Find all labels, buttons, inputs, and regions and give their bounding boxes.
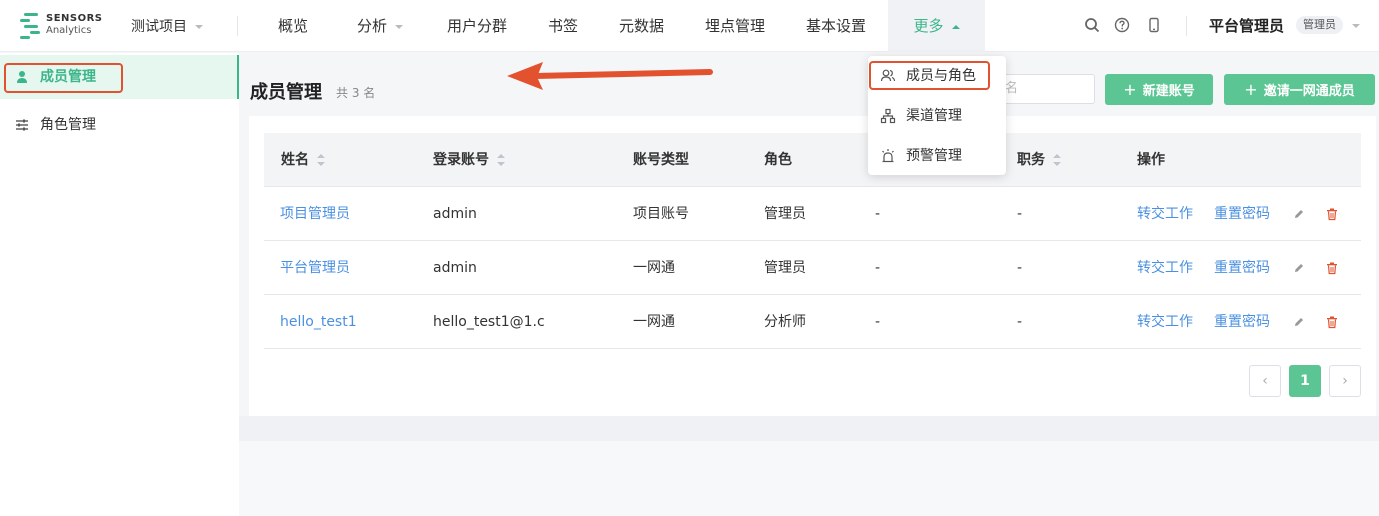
top-navbar: SENSORS Analytics 测试项目 概览 分析 用户分群 书签 元数据… (0, 0, 1379, 52)
nav-item-more[interactable]: 更多 (888, 0, 985, 52)
sidebar-highlight-box (4, 63, 123, 93)
project-selector[interactable]: 测试项目 (131, 16, 203, 36)
member-title: - (1017, 260, 1023, 276)
member-account: admin (433, 206, 477, 222)
nav-item-overview[interactable]: 概览 (278, 0, 308, 52)
col-header-name[interactable]: 姓名 (281, 133, 325, 187)
user-name[interactable]: 平台管理员 (1209, 15, 1284, 36)
menu-item-alerts[interactable]: 预警管理 (868, 136, 1006, 176)
project-label: 测试项目 (131, 19, 187, 35)
member-count: 共 3 名 (336, 86, 376, 100)
member-field: - (875, 206, 881, 222)
plus-icon: + (1244, 80, 1258, 99)
edit-icon[interactable] (1292, 207, 1306, 221)
annotation-arrow-icon (507, 62, 713, 90)
new-account-button[interactable]: + 新建账号 (1105, 74, 1213, 105)
member-title: - (1017, 314, 1023, 330)
sidebar: 成员管理 角色管理 (0, 53, 239, 516)
nav-item-metadata[interactable]: 元数据 (619, 0, 664, 52)
transfer-work-link[interactable]: 转交工作 (1137, 241, 1193, 295)
edit-icon[interactable] (1292, 261, 1306, 275)
col-header-type: 账号类型 (633, 152, 689, 168)
nav-item-user-segments[interactable]: 用户分群 (447, 0, 507, 52)
chevron-down-icon[interactable] (1352, 24, 1360, 28)
page-background (239, 441, 1379, 516)
table-row: hello_test1 hello_test1@1.c 一网通 分析师 - - … (264, 295, 1361, 349)
sort-icon[interactable] (497, 154, 505, 166)
col-header-title[interactable]: 职务 (1017, 133, 1061, 187)
reset-password-link[interactable]: 重置密码 (1214, 187, 1270, 241)
member-name-link[interactable]: hello_test1 (280, 295, 357, 349)
delete-icon[interactable] (1325, 315, 1339, 329)
logo-text-line2: Analytics (46, 25, 92, 36)
member-field: - (875, 314, 881, 330)
transfer-work-link[interactable]: 转交工作 (1137, 187, 1193, 241)
member-role: 分析师 (764, 314, 806, 330)
search-icon[interactable] (1084, 17, 1100, 33)
reset-password-link[interactable]: 重置密码 (1214, 295, 1270, 349)
col-header-account[interactable]: 登录账号 (433, 133, 505, 187)
menu-item-label: 预警管理 (906, 148, 962, 164)
sidebar-item-roles[interactable]: 角色管理 (0, 103, 239, 147)
chevron-down-icon (195, 25, 203, 29)
logo-mark-icon (20, 13, 40, 39)
sensors-logo[interactable]: SENSORS Analytics (20, 11, 110, 41)
member-field: - (875, 260, 881, 276)
nav-divider (237, 16, 238, 36)
member-name-link[interactable]: 项目管理员 (280, 187, 350, 241)
sort-icon[interactable] (317, 154, 325, 166)
menu-item-channels[interactable]: 渠道管理 (868, 96, 1006, 136)
menu-highlight-box (869, 61, 990, 90)
reset-password-link[interactable]: 重置密码 (1214, 241, 1270, 295)
plus-icon: + (1123, 80, 1137, 99)
nav-item-bookmarks[interactable]: 书签 (548, 0, 578, 52)
next-page-button[interactable]: › (1329, 365, 1361, 397)
page-footer-strip (239, 416, 1379, 441)
member-account: hello_test1@1.c (433, 314, 545, 330)
mobile-icon[interactable] (1146, 17, 1162, 33)
nav-item-settings[interactable]: 基本设置 (806, 0, 866, 52)
member-name-link[interactable]: 平台管理员 (280, 241, 350, 295)
help-icon[interactable] (1114, 17, 1130, 33)
sort-icon[interactable] (1053, 154, 1061, 166)
nav-item-analysis[interactable]: 分析 (357, 0, 404, 52)
member-type: 一网通 (633, 260, 675, 276)
member-role: 管理员 (764, 206, 806, 222)
page-title: 成员管理 (250, 82, 322, 103)
member-role: 管理员 (764, 260, 806, 276)
invite-member-button[interactable]: + 邀请一网通成员 (1224, 74, 1375, 105)
chevron-down-icon (395, 24, 404, 29)
edit-icon[interactable] (1292, 315, 1306, 329)
table-header: 姓名 登录账号 账号类型 角色 职务 操作 (264, 133, 1361, 187)
member-type: 一网通 (633, 314, 675, 330)
nav-divider (1186, 16, 1187, 36)
table-row: 项目管理员 admin 项目账号 管理员 - - 转交工作 重置密码 (264, 187, 1361, 241)
channel-icon (880, 108, 896, 124)
member-title: - (1017, 206, 1023, 222)
menu-item-label: 渠道管理 (906, 108, 962, 124)
chevron-up-icon (951, 24, 960, 29)
alarm-icon (882, 149, 894, 163)
table-row: 平台管理员 admin 一网通 管理员 - - 转交工作 重置密码 (264, 241, 1361, 295)
col-header-role: 角色 (764, 152, 792, 168)
col-header-actions: 操作 (1137, 152, 1165, 168)
sliders-icon (16, 119, 28, 131)
logo-text-line1: SENSORS (46, 13, 103, 24)
member-account: admin (433, 260, 477, 276)
nav-item-tracking[interactable]: 埋点管理 (705, 0, 765, 52)
member-type: 项目账号 (633, 206, 689, 222)
transfer-work-link[interactable]: 转交工作 (1137, 295, 1193, 349)
user-role-badge: 管理员 (1296, 16, 1343, 34)
delete-icon[interactable] (1325, 261, 1339, 275)
prev-page-button[interactable]: ‹ (1249, 365, 1281, 397)
sidebar-item-label: 角色管理 (40, 117, 96, 133)
delete-icon[interactable] (1325, 207, 1339, 221)
page-1-button[interactable]: 1 (1289, 365, 1321, 397)
